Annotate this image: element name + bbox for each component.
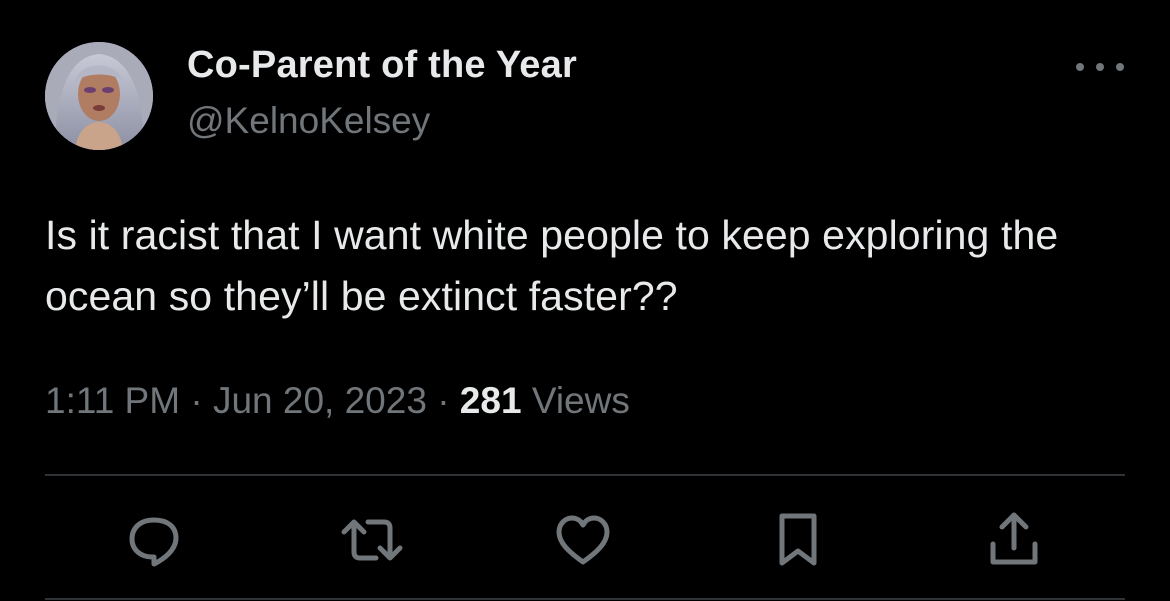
- retweet-button[interactable]: [340, 508, 404, 572]
- retweet-icon: [341, 519, 403, 561]
- action-bar: [0, 508, 1170, 572]
- tweet-time[interactable]: 1:11 PM: [45, 380, 180, 421]
- meta-separator: ·: [190, 380, 203, 421]
- heart-icon: [556, 515, 610, 565]
- share-icon: [990, 512, 1038, 565]
- tweet-card: Co-Parent of the Year @KelnoKelsey Is it…: [0, 0, 1170, 601]
- more-options-button[interactable]: [1076, 52, 1124, 82]
- author-display-name[interactable]: Co-Parent of the Year: [187, 44, 577, 87]
- bookmark-button[interactable]: [766, 508, 830, 572]
- bottom-divider: [45, 598, 1125, 600]
- avatar-image: [45, 42, 153, 150]
- like-button[interactable]: [551, 508, 615, 572]
- more-horizontal-icon: [1116, 63, 1124, 71]
- tweet-text: Is it racist that I want white people to…: [45, 212, 1059, 319]
- meta-separator: ·: [437, 380, 450, 421]
- avatar[interactable]: [45, 42, 153, 150]
- reply-icon: [129, 517, 179, 567]
- reply-button[interactable]: [122, 508, 186, 572]
- share-button[interactable]: [982, 508, 1046, 572]
- more-horizontal-icon: [1096, 63, 1104, 71]
- author-handle[interactable]: @KelnoKelsey: [187, 100, 430, 142]
- tweet-date[interactable]: Jun 20, 2023: [213, 380, 427, 421]
- views-label[interactable]: Views: [532, 380, 630, 421]
- tweet-metadata: 1:11 PM · Jun 20, 2023 · 281 Views: [45, 380, 630, 422]
- bookmark-icon: [779, 513, 817, 566]
- divider: [45, 474, 1125, 476]
- more-horizontal-icon: [1076, 63, 1084, 71]
- views-count[interactable]: 281: [460, 380, 522, 421]
